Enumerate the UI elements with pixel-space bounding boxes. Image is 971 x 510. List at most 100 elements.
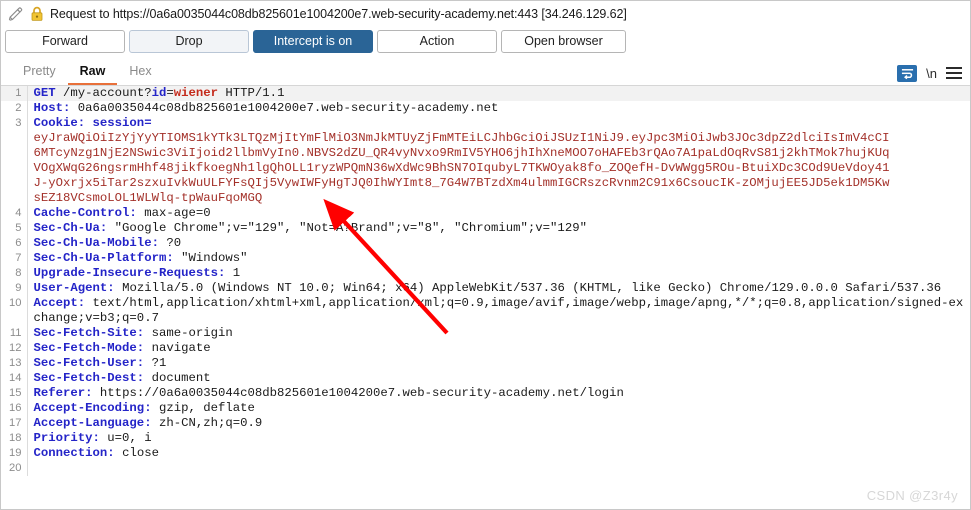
- titlebar: Request to https://0a6a0035044c08db82560…: [1, 1, 970, 27]
- header-name: Sec-Fetch-Site:: [33, 326, 145, 340]
- line-number: 9: [1, 281, 28, 296]
- header-name: Accept:: [33, 296, 86, 310]
- line-number: 6: [1, 236, 28, 251]
- cookie-jwt-line-1: eyJraWQiOiIzYjYyYTIOMS1kYTk3LTQzMjItYmFl…: [33, 131, 890, 145]
- table-row: 15 Referer: https://0a6a0035044c08db8256…: [1, 386, 970, 401]
- header-line[interactable]: Sec-Fetch-User: ?1: [27, 356, 970, 371]
- request-path: /my-account?: [63, 86, 152, 100]
- header-line[interactable]: Priority: u=0, i: [27, 431, 970, 446]
- request-code-body: 1 GET /my-account?id=wiener HTTP/1.1 2 H…: [1, 86, 970, 476]
- request-code-table: 1 GET /my-account?id=wiener HTTP/1.1 2 H…: [1, 86, 970, 476]
- header-name: Sec-Fetch-Dest:: [33, 371, 145, 385]
- request-editor[interactable]: 1 GET /my-account?id=wiener HTTP/1.1 2 H…: [1, 85, 970, 485]
- table-row: 11 Sec-Fetch-Site: same-origin: [1, 326, 970, 341]
- view-tabbar: Pretty Raw Hex \n: [1, 57, 970, 85]
- hamburger-menu-icon[interactable]: [946, 67, 962, 80]
- header-value: https://0a6a0035044c08db825601e1004200e7…: [92, 386, 624, 400]
- request-line[interactable]: GET /my-account?id=wiener HTTP/1.1: [27, 86, 970, 101]
- tab-pretty[interactable]: Pretty: [11, 61, 68, 85]
- line-number: 16: [1, 401, 28, 416]
- query-param-eq: =: [166, 86, 174, 100]
- line-number: 2: [1, 101, 28, 116]
- header-name: Accept-Language:: [33, 416, 152, 430]
- header-value: zh-CN,zh;q=0.9: [151, 416, 263, 430]
- header-name: Priority:: [33, 431, 100, 445]
- newline-toggle-icon[interactable]: \n: [926, 66, 937, 81]
- header-value: document: [144, 371, 211, 385]
- header-line[interactable]: Connection: close: [27, 446, 970, 461]
- intercept-toggle-button[interactable]: Intercept is on: [253, 30, 373, 53]
- line-number: 5: [1, 221, 28, 236]
- http-method: GET: [33, 86, 64, 100]
- word-wrap-icon-box: [897, 65, 918, 82]
- header-name: Sec-Ch-Ua-Mobile:: [33, 236, 159, 250]
- table-row: 19 Connection: close: [1, 446, 970, 461]
- header-line[interactable]: Accept-Encoding: gzip, deflate: [27, 401, 970, 416]
- query-param-value: wiener: [173, 86, 219, 100]
- line-number: 1: [1, 86, 28, 101]
- lock-icon: [30, 6, 44, 22]
- header-name: Sec-Fetch-Mode:: [33, 341, 145, 355]
- line-number: 7: [1, 251, 28, 266]
- header-line[interactable]: Referer: https://0a6a0035044c08db825601e…: [27, 386, 970, 401]
- word-wrap-icon[interactable]: [897, 65, 918, 82]
- cookie-jwt-line-5: sEZ18VCsmoLOL1WLWlq-tpWauFqoMGQ: [33, 191, 263, 205]
- cookie-jwt-line-4: J-yOxrjx5iTar2szxuIvkWuULFYFsQIj5VywIWFy…: [33, 176, 890, 190]
- header-line[interactable]: User-Agent: Mozilla/5.0 (Windows NT 10.0…: [27, 281, 970, 296]
- header-line[interactable]: Sec-Fetch-Mode: navigate: [27, 341, 970, 356]
- header-value: gzip, deflate: [151, 401, 255, 415]
- header-name: Upgrade-Insecure-Requests:: [33, 266, 226, 280]
- table-row: 1 GET /my-account?id=wiener HTTP/1.1: [1, 86, 970, 101]
- tab-raw[interactable]: Raw: [67, 61, 118, 85]
- line-number: 8: [1, 266, 28, 281]
- header-line[interactable]: Sec-Fetch-Site: same-origin: [27, 326, 970, 341]
- header-value: same-origin: [144, 326, 233, 340]
- header-value: "Windows": [173, 251, 248, 265]
- header-name: Sec-Ch-Ua-Platform:: [33, 251, 174, 265]
- pencil-icon: [7, 6, 24, 23]
- header-name: Host:: [33, 101, 71, 115]
- tab-hex[interactable]: Hex: [117, 61, 163, 85]
- header-host[interactable]: Host: 0a6a0035044c08db825601e1004200e7.w…: [27, 101, 970, 116]
- header-value: max-age=0: [136, 206, 211, 220]
- header-value: 0a6a0035044c08db825601e1004200e7.web-sec…: [70, 101, 499, 115]
- header-line[interactable]: Accept: text/html,application/xhtml+xml,…: [27, 296, 970, 326]
- http-version: HTTP/1.1: [218, 86, 285, 100]
- action-button[interactable]: Action: [377, 30, 497, 53]
- header-cookie[interactable]: Cookie: session= eyJraWQiOiIzYjYyYTIOMS1k…: [27, 116, 970, 206]
- cookie-jwt-line-3: VOgXWqG26ngsrmHhf48jikfkoegNh1lgQhOLL1ry…: [33, 161, 890, 175]
- header-line[interactable]: Sec-Ch-Ua-Mobile: ?0: [27, 236, 970, 251]
- table-row: 8 Upgrade-Insecure-Requests: 1: [1, 266, 970, 281]
- line-number: 4: [1, 206, 28, 221]
- header-line[interactable]: Accept-Language: zh-CN,zh;q=0.9: [27, 416, 970, 431]
- header-name: User-Agent:: [33, 281, 115, 295]
- table-row: 6 Sec-Ch-Ua-Mobile: ?0: [1, 236, 970, 251]
- header-name: Sec-Fetch-User:: [33, 356, 145, 370]
- header-line[interactable]: Sec-Ch-Ua: "Google Chrome";v="129", "Not…: [27, 221, 970, 236]
- line-number: 15: [1, 386, 28, 401]
- table-row: 16 Accept-Encoding: gzip, deflate: [1, 401, 970, 416]
- drop-button[interactable]: Drop: [129, 30, 249, 53]
- table-row: 14 Sec-Fetch-Dest: document: [1, 371, 970, 386]
- header-name: Accept-Encoding:: [33, 401, 152, 415]
- header-line[interactable]: Sec-Ch-Ua-Platform: "Windows": [27, 251, 970, 266]
- forward-button[interactable]: Forward: [5, 30, 125, 53]
- header-line[interactable]: Cache-Control: max-age=0: [27, 206, 970, 221]
- editor-tool-icons: \n: [897, 65, 962, 85]
- header-value: close: [114, 446, 159, 460]
- line-number: 19: [1, 446, 28, 461]
- line-number: 17: [1, 416, 28, 431]
- header-line-empty[interactable]: [27, 461, 970, 476]
- header-line[interactable]: Upgrade-Insecure-Requests: 1: [27, 266, 970, 281]
- cookie-session-key: session=: [85, 116, 152, 130]
- table-row: 5 Sec-Ch-Ua: "Google Chrome";v="129", "N…: [1, 221, 970, 236]
- line-number: 20: [1, 461, 28, 476]
- header-name: Connection:: [33, 446, 115, 460]
- window-title: Request to https://0a6a0035044c08db82560…: [50, 7, 627, 21]
- table-row: 12 Sec-Fetch-Mode: navigate: [1, 341, 970, 356]
- header-line[interactable]: Sec-Fetch-Dest: document: [27, 371, 970, 386]
- open-browser-button[interactable]: Open browser: [501, 30, 626, 53]
- line-number: 11: [1, 326, 28, 341]
- header-name: Sec-Ch-Ua:: [33, 221, 108, 235]
- burp-intercept-window: Request to https://0a6a0035044c08db82560…: [0, 0, 971, 510]
